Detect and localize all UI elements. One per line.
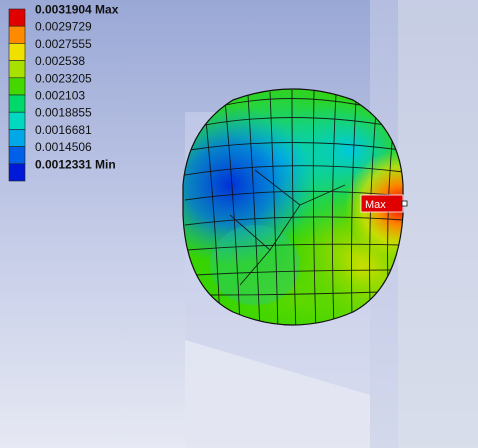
legend-label: 0.0018855 <box>35 106 92 120</box>
max-label-text: Max <box>365 199 386 211</box>
legend-swatch <box>8 43 26 61</box>
legend-swatch <box>8 60 26 79</box>
legend-swatch <box>8 8 26 27</box>
legend-label: 0.002538 <box>35 54 85 68</box>
legend-label: 0.0023205 <box>35 71 92 85</box>
legend-label: 0.0016681 <box>35 123 92 137</box>
legend-swatch <box>8 94 26 113</box>
max-probe-label[interactable]: Max <box>360 194 408 213</box>
legend-swatch <box>8 25 26 44</box>
legend-label: 0.002103 <box>35 89 85 103</box>
max-probe-marker <box>401 200 408 207</box>
legend-swatch <box>8 163 26 182</box>
legend-label: 0.0027555 <box>35 37 92 51</box>
legend-label: 0.0014506 <box>35 140 92 154</box>
legend-label: 0.0029729 <box>35 20 92 34</box>
legend-swatch <box>8 129 26 147</box>
legend-label: 0.0031904 Max <box>35 3 119 17</box>
legend-swatch <box>8 146 26 165</box>
graphics-viewport[interactable]: 0.0031904 Max 0.0029729 0.0027555 0.002538 0… <box>0 0 478 448</box>
legend-label: 0.0012331 Min <box>35 157 116 171</box>
legend-swatch <box>8 111 26 130</box>
legend-swatch <box>8 77 26 96</box>
